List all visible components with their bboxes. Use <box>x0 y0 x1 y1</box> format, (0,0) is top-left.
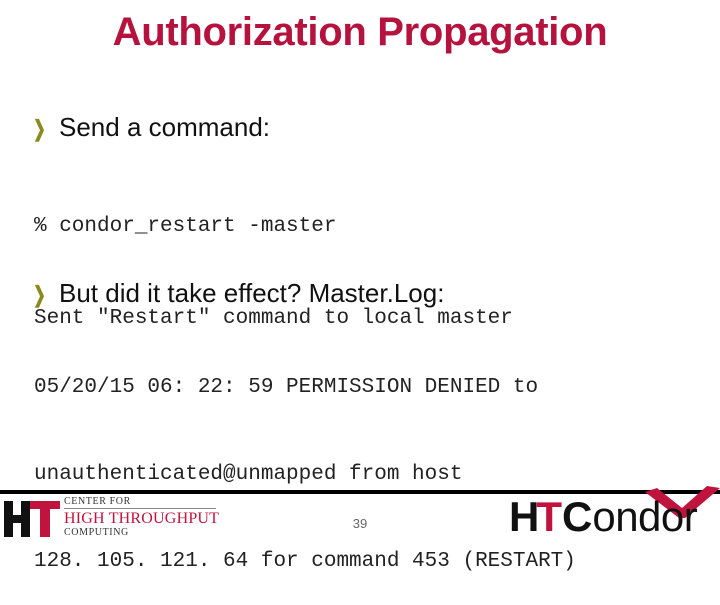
chevron-right-icon: ❯ <box>33 282 46 307</box>
code-line: % condor_restart -master <box>34 215 337 238</box>
bullet-label: But did it take effect? Master.Log: <box>59 278 445 308</box>
htcondor-logo: HTCondor <box>505 486 720 540</box>
chtc-line2: HIGH THROUGHPUT <box>64 510 220 527</box>
chtc-logo: CENTER FOR HIGH THROUGHPUT COMPUTING <box>4 496 264 540</box>
code-line: unauthenticated@unmapped from host <box>34 463 463 486</box>
chtc-line3: COMPUTING <box>64 527 129 538</box>
page-number: 39 <box>352 516 368 531</box>
code-line: 128. 105. 121. 64 for command 453 (RESTA… <box>34 550 576 573</box>
bullet-take-effect: ❯ But did it take effect? Master.Log: <box>33 278 444 309</box>
chtc-line1: CENTER FOR <box>64 496 131 507</box>
chtc-rule <box>64 508 216 509</box>
code-line: 05/20/15 06: 22: 59 PERMISSION DENIED to <box>34 376 539 399</box>
htcondor-wordmark: HTCondor <box>509 493 698 540</box>
bullet-send-command: ❯ Send a command: <box>33 112 270 143</box>
bullet-label: Send a command: <box>59 112 271 142</box>
chtc-wordmark: CENTER FOR HIGH THROUGHPUT COMPUTING <box>64 496 219 538</box>
code-block-log: 05/20/15 06: 22: 59 PERMISSION DENIED to… <box>34 315 576 605</box>
chtc-ht-mark-icon <box>4 501 60 537</box>
slide-title: Authorization Propagation <box>112 10 608 54</box>
chevron-right-icon: ❯ <box>33 116 46 141</box>
